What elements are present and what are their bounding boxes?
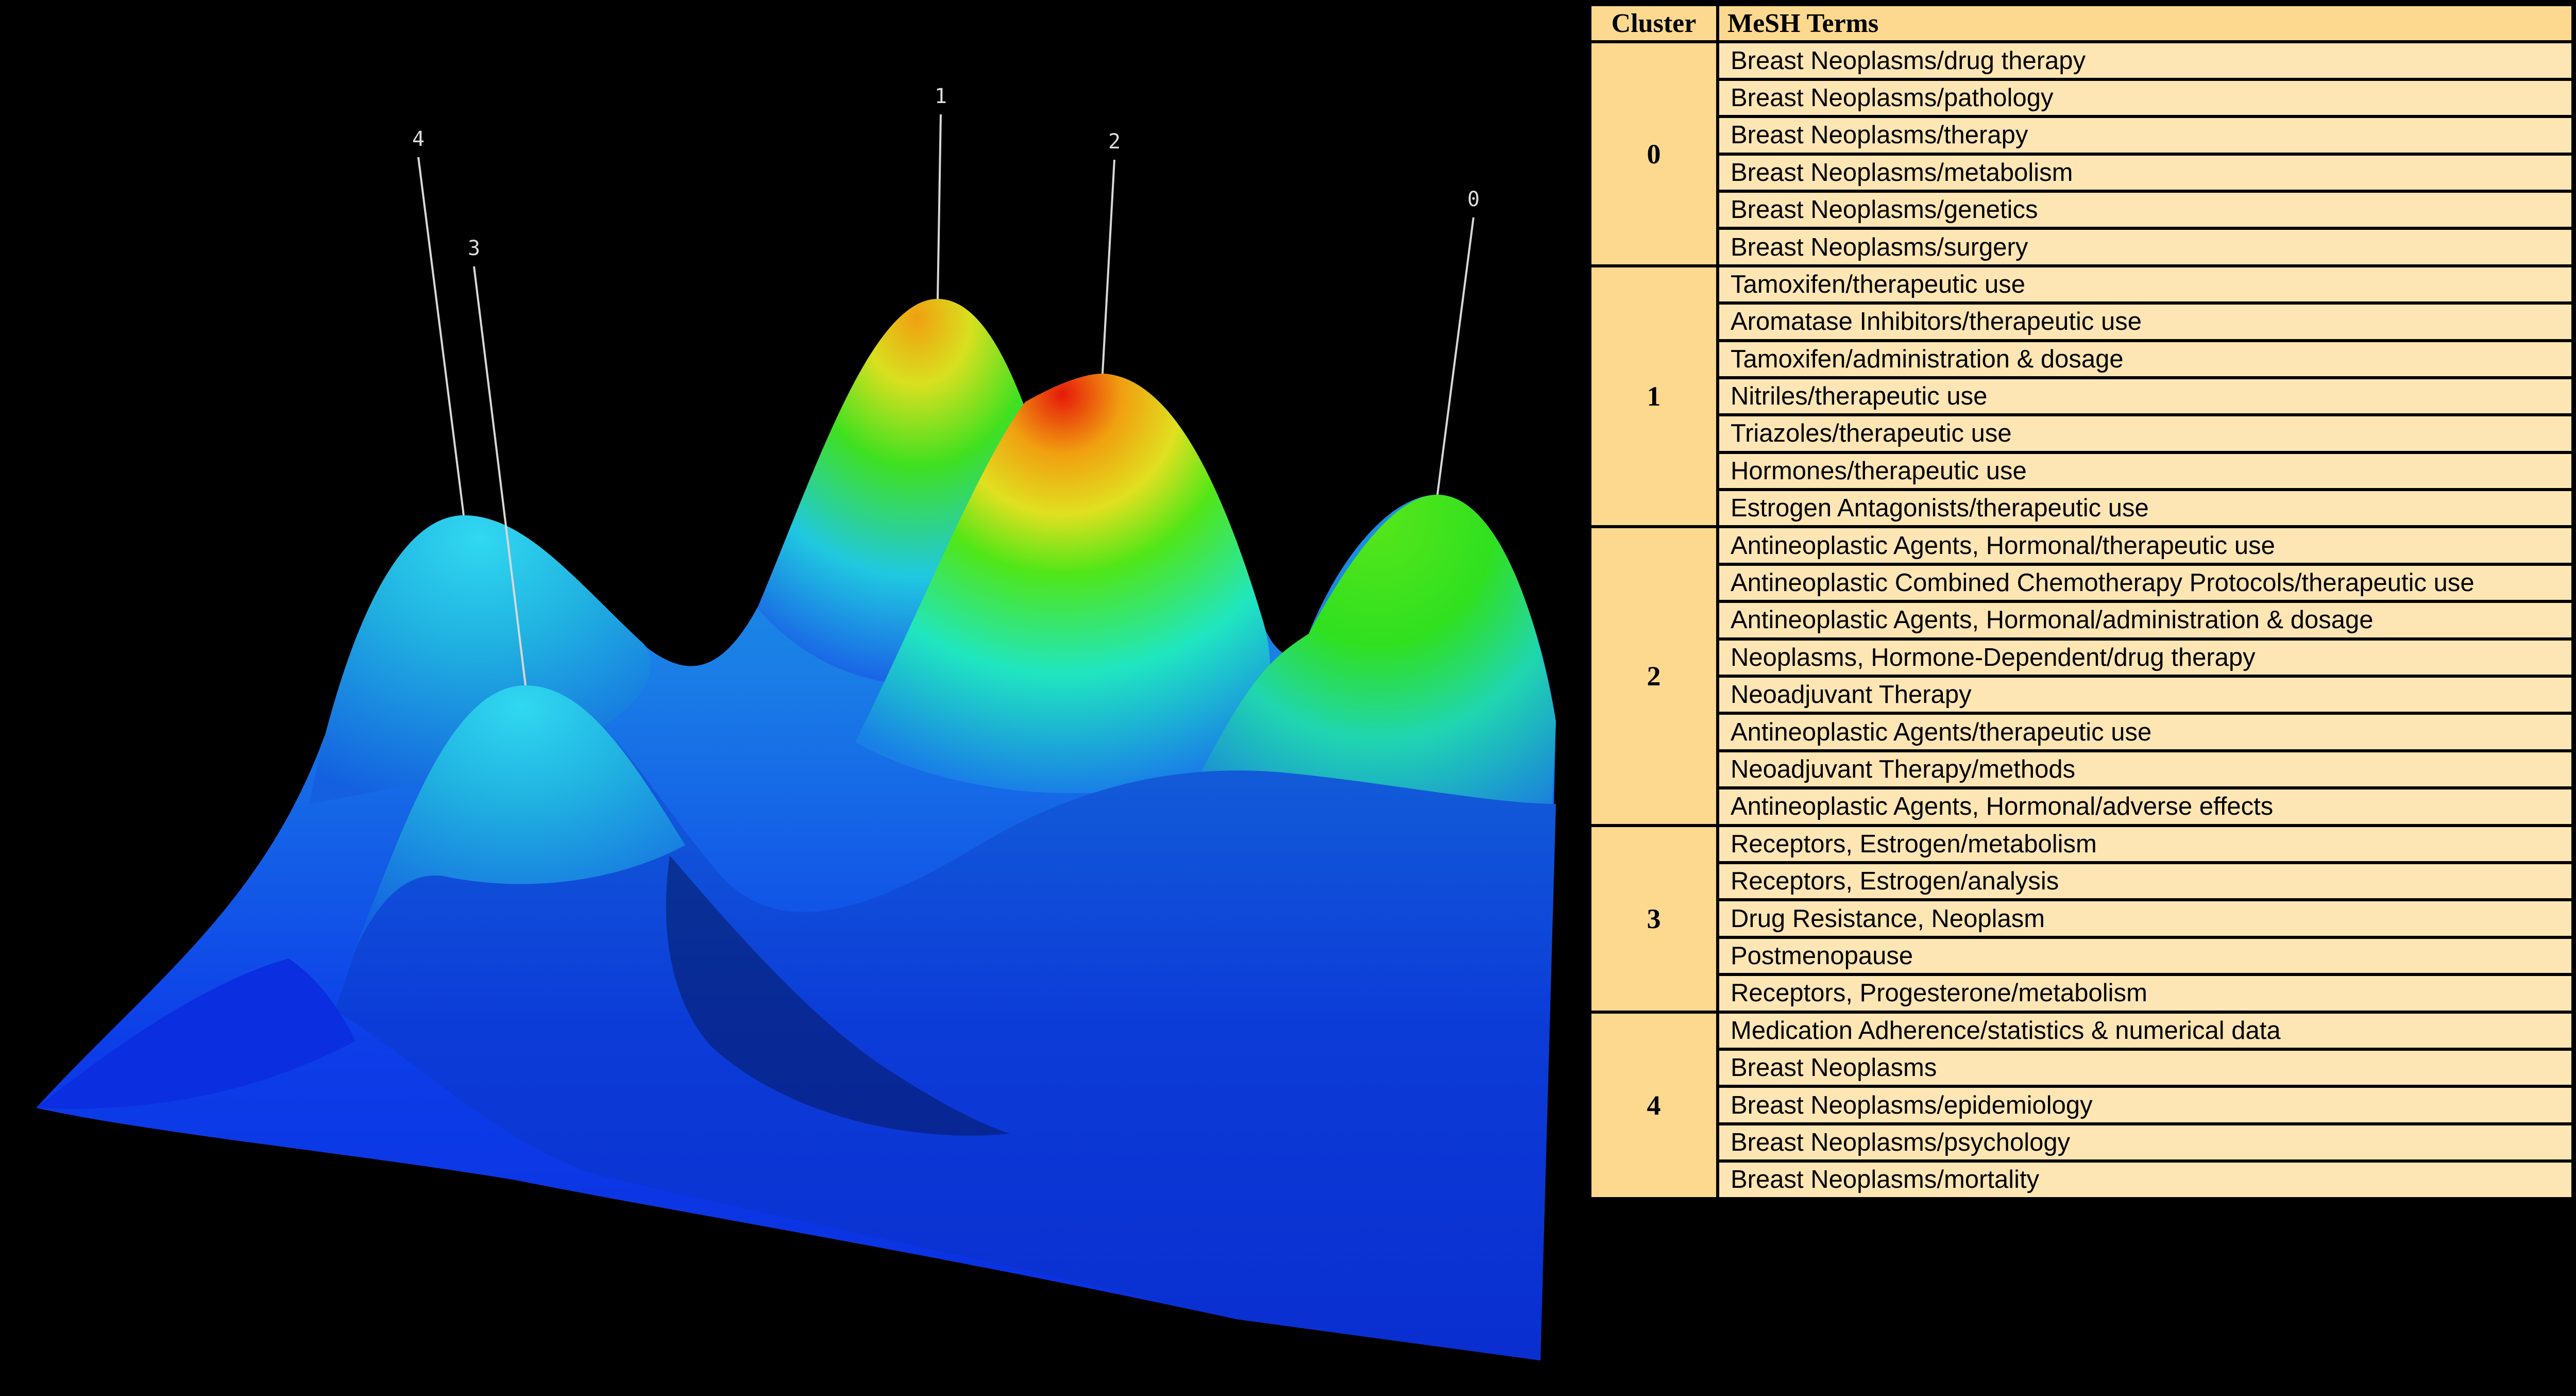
mesh-terms-table: Cluster MeSH Terms 0 Breast Neoplasms/dru… — [1588, 3, 2574, 1200]
table-row: Neoadjuvant Therapy — [1590, 675, 2574, 715]
mesh-term-cell: Triazoles/therapeutic use — [1716, 413, 2574, 454]
table-row: Drug Resistance, Neoplasm — [1590, 898, 2574, 939]
table-row: Breast Neoplasms/metabolism — [1590, 152, 2574, 193]
peak-leader-line-2 — [1101, 159, 1115, 374]
mesh-term-cell: Aromatase Inhibitors/therapeutic use — [1716, 301, 2574, 342]
peak-label-2: 2 — [1108, 130, 1121, 154]
table-row: Breast Neoplasms/epidemiology — [1590, 1085, 2574, 1125]
table-row: Receptors, Estrogen/analysis — [1590, 861, 2574, 902]
table-row: Breast Neoplasms/mortality — [1590, 1159, 2574, 1200]
mesh-term-cell: Medication Adherence/statistics & numeri… — [1716, 1010, 2574, 1051]
mesh-term-cell: Receptors, Estrogen/analysis — [1716, 861, 2574, 902]
table-row: Neoplasms, Hormone-Dependent/drug therap… — [1590, 637, 2574, 678]
density-surface-panel: 0 1 2 3 4 — [0, 0, 1582, 1396]
table-row: Neoadjuvant Therapy/methods — [1590, 749, 2574, 790]
table-row: Antineoplastic Combined Chemotherapy Pro… — [1590, 562, 2574, 603]
mesh-term-cell: Breast Neoplasms/therapy — [1716, 115, 2574, 156]
mesh-term-cell: Nitriles/therapeutic use — [1716, 376, 2574, 417]
table-row: Postmenopause — [1590, 935, 2574, 977]
table-row: Breast Neoplasms/surgery — [1590, 227, 2574, 267]
mesh-term-cell: Breast Neoplasms/drug therapy — [1716, 40, 2574, 81]
table-row: Antineoplastic Agents, Hormonal/adverse … — [1590, 786, 2574, 827]
table-row: 2 Antineoplastic Agents, Hormonal/therape… — [1588, 525, 2574, 827]
mesh-term-cell: Hormones/therapeutic use — [1716, 450, 2574, 492]
mesh-term-cell: Drug Resistance, Neoplasm — [1716, 898, 2574, 939]
table-row: Breast Neoplasms/psychology — [1590, 1122, 2574, 1163]
table-row: Breast Neoplasms/therapy — [1590, 115, 2574, 156]
mesh-term-cell: Neoadjuvant Therapy/methods — [1716, 749, 2574, 790]
mesh-term-cell: Antineoplastic Agents, Hormonal/therapeu… — [1716, 525, 2574, 566]
mesh-term-cell: Breast Neoplasms/pathology — [1716, 77, 2574, 119]
table-row: Aromatase Inhibitors/therapeutic use — [1590, 301, 2574, 342]
cluster-id-cell: 3 — [1588, 823, 1719, 1014]
mesh-term-cell: Antineoplastic Agents, Hormonal/adverse … — [1716, 786, 2574, 827]
table-row: Estrogen Antagonists/therapeutic use — [1590, 488, 2574, 529]
peak-leader-line-0 — [1436, 217, 1475, 495]
cluster-id-cell: 1 — [1588, 264, 1719, 529]
mesh-term-cell: Breast Neoplasms — [1716, 1047, 2574, 1088]
cluster-id-cell: 4 — [1588, 1010, 1719, 1200]
table-row: Hormones/therapeutic use — [1590, 450, 2574, 492]
mesh-term-cell: Postmenopause — [1716, 935, 2574, 977]
table-row: 1 Tamoxifen/therapeutic use — [1588, 264, 2574, 529]
table-row: Breast Neoplasms/pathology — [1590, 77, 2574, 119]
cluster-id-cell: 2 — [1588, 525, 1719, 827]
table-header-row: Cluster MeSH Terms — [1588, 3, 2574, 44]
table-row: 3 Receptors, Estrogen/metabolism — [1588, 823, 2574, 1014]
column-header-mesh-terms: MeSH Terms — [1716, 3, 2574, 44]
mesh-term-cell: Breast Neoplasms/epidemiology — [1716, 1085, 2574, 1125]
table-row: Nitriles/therapeutic use — [1590, 376, 2574, 417]
mesh-terms-table-panel: Cluster MeSH Terms 0 Breast Neoplasms/dru… — [1588, 0, 2576, 1396]
mesh-term-cell: Receptors, Progesterone/metabolism — [1716, 973, 2574, 1014]
peak-leader-line-4 — [417, 157, 465, 516]
mesh-term-cell: Neoadjuvant Therapy — [1716, 675, 2574, 715]
mesh-term-cell: Antineoplastic Combined Chemotherapy Pro… — [1716, 562, 2574, 603]
table-row: Breast Neoplasms — [1590, 1047, 2574, 1088]
peak-leader-line-1 — [937, 114, 942, 299]
table-row: Tamoxifen/administration & dosage — [1590, 339, 2574, 379]
mesh-term-cell: Breast Neoplasms/mortality — [1716, 1159, 2574, 1200]
density-surface-chart: 0 1 2 3 4 — [36, 85, 1556, 1360]
table-row: Antineoplastic Agents, Hormonal/administ… — [1590, 600, 2574, 641]
table-row: 4 Medication Adherence/statistics & numer… — [1588, 1010, 2574, 1200]
table-row: Receptors, Progesterone/metabolism — [1590, 973, 2574, 1014]
mesh-term-cell: Breast Neoplasms/genetics — [1716, 189, 2574, 230]
mesh-term-cell: Breast Neoplasms/metabolism — [1716, 152, 2574, 193]
mesh-term-cell: Breast Neoplasms/psychology — [1716, 1122, 2574, 1163]
peak-label-0: 0 — [1467, 188, 1480, 211]
table-row: 0 Breast Neoplasms/drug therapy — [1588, 40, 2574, 267]
mesh-term-cell: Antineoplastic Agents/therapeutic use — [1716, 712, 2574, 752]
mesh-term-cell: Estrogen Antagonists/therapeutic use — [1716, 488, 2574, 529]
mesh-term-cell: Neoplasms, Hormone-Dependent/drug therap… — [1716, 637, 2574, 678]
peak-label-3: 3 — [468, 237, 480, 260]
peak-label-4: 4 — [412, 127, 425, 151]
mesh-term-cell: Antineoplastic Agents, Hormonal/administ… — [1716, 600, 2574, 641]
column-header-cluster: Cluster — [1588, 3, 1719, 44]
mesh-term-cell: Tamoxifen/administration & dosage — [1716, 339, 2574, 379]
table-row: Breast Neoplasms/genetics — [1590, 189, 2574, 230]
mesh-term-cell: Receptors, Estrogen/metabolism — [1716, 823, 2574, 865]
table-row: Triazoles/therapeutic use — [1590, 413, 2574, 454]
table-row: Antineoplastic Agents/therapeutic use — [1590, 712, 2574, 752]
peak-label-1: 1 — [935, 85, 947, 108]
mesh-term-cell: Tamoxifen/therapeutic use — [1716, 264, 2574, 305]
mesh-term-cell: Breast Neoplasms/surgery — [1716, 227, 2574, 267]
cluster-id-cell: 0 — [1588, 40, 1719, 267]
